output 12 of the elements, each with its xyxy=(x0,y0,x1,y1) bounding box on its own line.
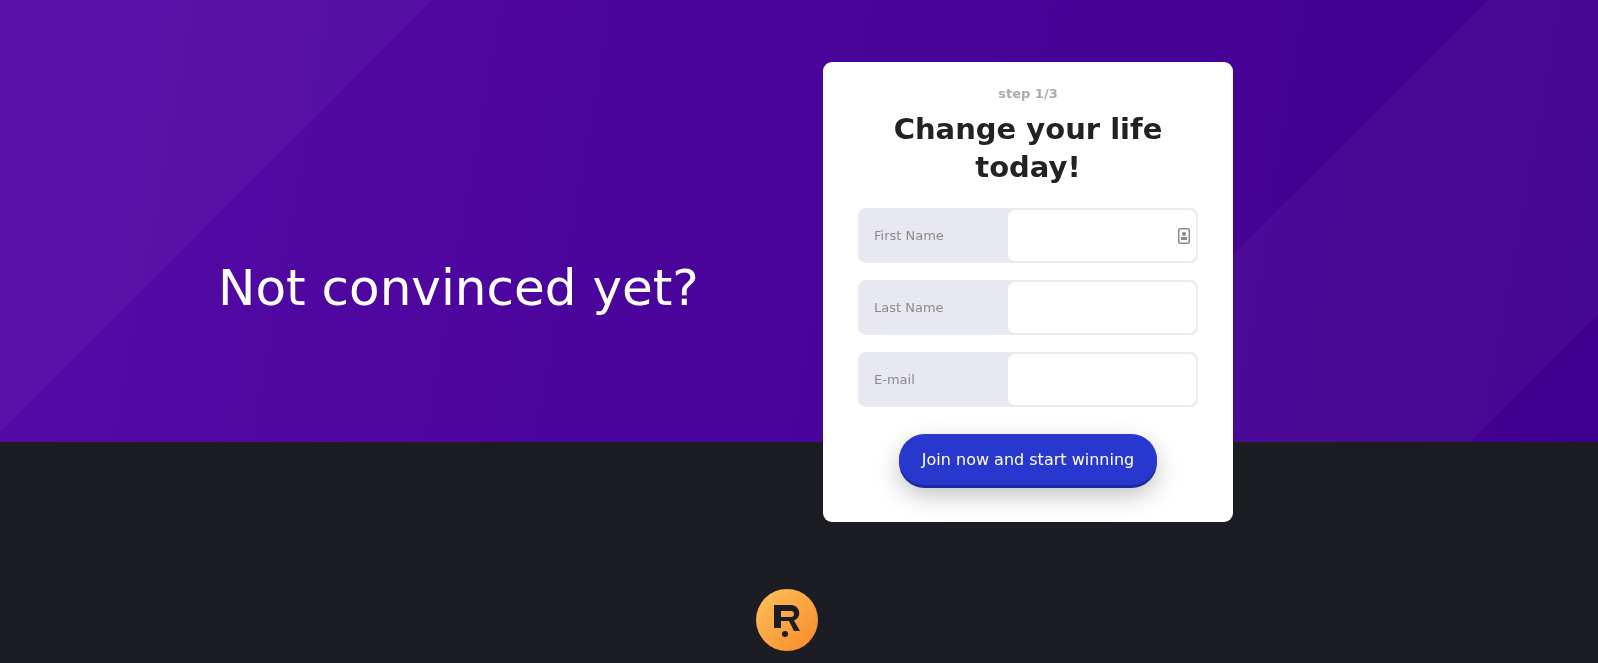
join-button[interactable]: Join now and start winning xyxy=(899,434,1157,486)
field-label: E-mail xyxy=(874,372,915,388)
input-field[interactable]: E-mail xyxy=(858,352,1198,408)
logo-icon xyxy=(755,588,819,652)
hero-heading: Not convinced yet? xyxy=(218,258,699,318)
contact-card-icon[interactable] xyxy=(1178,227,1190,244)
field-label: First Name xyxy=(874,228,944,244)
form-title: Change your life today! xyxy=(893,111,1163,186)
field-label: Last Name xyxy=(874,300,944,316)
step-indicator: step 1/3 xyxy=(998,86,1058,101)
input-field[interactable]: Last Name xyxy=(858,280,1198,336)
input-field[interactable]: First Name xyxy=(858,208,1198,264)
